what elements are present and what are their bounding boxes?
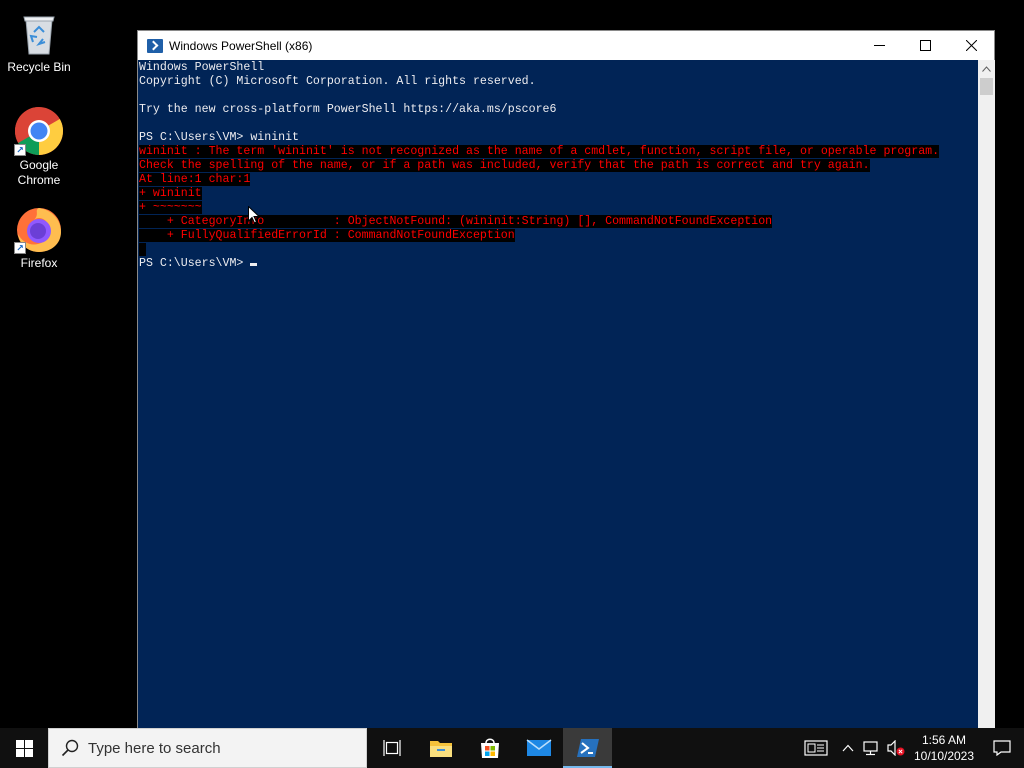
desktop-icon-google-chrome[interactable]: ↗ Google Chrome (2, 106, 76, 188)
start-button[interactable] (0, 728, 48, 768)
file-explorer-icon (429, 741, 452, 757)
task-view-icon (382, 740, 401, 756)
console-line-text: + CategoryInfo : ObjectNotFound: (winini… (139, 215, 773, 228)
scroll-up-arrow-icon[interactable] (978, 60, 995, 77)
text-cursor (250, 263, 258, 266)
chrome-icon: ↗ (14, 106, 64, 156)
console-line: PS C:\Users\VM> wininit (139, 131, 978, 145)
window-title: Windows PowerShell (x86) (169, 38, 313, 53)
desktop-icon-firefox[interactable]: ↗ Firefox (2, 204, 76, 271)
taskbar-app-powershell[interactable] (563, 728, 612, 768)
console-line-text: wininit : The term 'wininit' is not reco… (139, 145, 940, 158)
mail-icon (526, 739, 551, 756)
maximize-button[interactable] (902, 31, 948, 60)
shortcut-arrow-icon: ↗ (14, 144, 26, 156)
powershell-window[interactable]: Windows PowerShell (x86) Windows PowerSh… (137, 30, 995, 729)
search-icon (61, 739, 79, 757)
microsoft-store-icon (480, 738, 499, 758)
console-error-line: + ~~~~~~~ (139, 201, 978, 215)
shortcut-arrow-icon: ↗ (14, 242, 26, 254)
clock-date: 10/10/2023 (913, 749, 975, 763)
show-hidden-icons-button[interactable] (836, 728, 860, 768)
search-placeholder: Type here to search (88, 739, 221, 757)
desktop: Recycle Bin ↗ Google Chrome ↗ Firefox Wi… (0, 0, 1024, 729)
taskbar-clock[interactable]: 1:56 AM 10/10/2023 (908, 732, 980, 764)
console-line-text: Copyright (C) Microsoft Corporation. All… (139, 75, 536, 88)
console-line-text (139, 243, 146, 256)
taskbar-search-box[interactable]: Type here to search (48, 728, 367, 768)
console-prompt-line: PS C:\Users\VM> (139, 257, 978, 271)
console-line-text: Try the new cross-platform PowerShell ht… (139, 103, 557, 116)
console-line: Try the new cross-platform PowerShell ht… (139, 103, 978, 117)
console-error-line: wininit : The term 'wininit' is not reco… (139, 145, 978, 159)
console-line-text: PS C:\Users\VM> wininit (139, 131, 300, 144)
console-output[interactable]: Windows PowerShell Copyright (C) Microsof… (138, 60, 978, 729)
taskbar-app-mail[interactable] (514, 728, 563, 768)
window-titlebar[interactable]: Windows PowerShell (x86) (138, 31, 994, 60)
windows-logo-icon (15, 739, 33, 757)
recycle-bin-icon (14, 8, 64, 58)
network-icon (863, 741, 878, 756)
network-tray-button[interactable] (860, 728, 884, 768)
notification-icon (993, 740, 1011, 756)
console-line-text: Check the spelling of the name, or if a … (139, 159, 870, 172)
clock-time: 1:56 AM (921, 733, 967, 747)
chevron-up-icon (842, 744, 854, 752)
volume-tray-button[interactable] (884, 728, 908, 768)
console-error-line (139, 243, 978, 257)
console-line: Copyright (C) Microsoft Corporation. All… (139, 75, 978, 89)
taskbar: Type here to search 1:56 AM 10/10/2023 (0, 728, 1024, 768)
notification-center-button[interactable] (980, 728, 1024, 768)
task-view-button[interactable] (367, 728, 416, 768)
system-tray: 1:56 AM 10/10/2023 (796, 728, 1024, 768)
console-error-line: Check the spelling of the name, or if a … (139, 159, 978, 173)
vertical-scrollbar[interactable] (978, 60, 995, 729)
desktop-icon-recycle-bin[interactable]: Recycle Bin (2, 8, 76, 75)
desktop-icon-label: Google Chrome (17, 158, 61, 187)
console-error-line: + FullyQualifiedErrorId : CommandNotFoun… (139, 229, 978, 243)
taskbar-app-microsoft-store[interactable] (465, 728, 514, 768)
console-error-line: + CategoryInfo : ObjectNotFound: (winini… (139, 215, 978, 229)
console-line-text: At line:1 char:1 (139, 173, 251, 186)
console-line-text: + wininit (139, 187, 202, 200)
close-button[interactable] (948, 31, 994, 60)
news-widget-button[interactable] (796, 728, 836, 768)
scrollbar-thumb[interactable] (980, 78, 993, 95)
console-line-text: Windows PowerShell (139, 61, 265, 74)
firefox-icon: ↗ (14, 204, 64, 254)
powershell-icon (147, 38, 163, 53)
mouse-pointer-icon (248, 206, 260, 224)
desktop-icon-label: Recycle Bin (7, 60, 71, 74)
console-error-line: At line:1 char:1 (139, 173, 978, 187)
volume-muted-icon (887, 740, 905, 756)
console-error-line: + wininit (139, 187, 978, 201)
powershell-icon (576, 739, 599, 757)
minimize-button[interactable] (856, 31, 902, 60)
console-line-text: + FullyQualifiedErrorId : CommandNotFoun… (139, 229, 515, 242)
console-line-text: + ~~~~~~~ (139, 201, 202, 214)
news-icon (804, 740, 828, 756)
desktop-icon-label: Firefox (20, 256, 58, 270)
console-line-text: PS C:\Users\VM> (139, 257, 251, 270)
console-line: Windows PowerShell (139, 61, 978, 75)
taskbar-app-file-explorer[interactable] (416, 728, 465, 768)
